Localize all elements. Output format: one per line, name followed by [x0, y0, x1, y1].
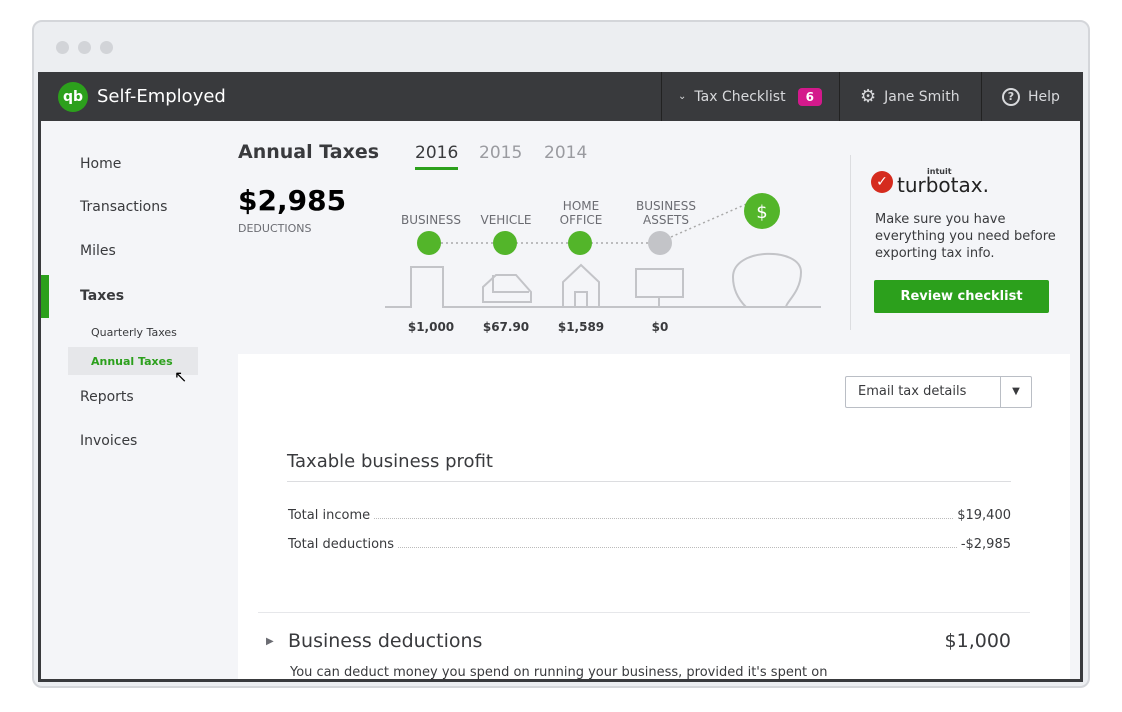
- category-label: OFFICE: [559, 213, 603, 227]
- top-header: qb Self-Employed ⌄ Tax Checklist 6 ⚙ Jan…: [41, 72, 1080, 121]
- quickbooks-logo-icon[interactable]: qb: [58, 82, 88, 112]
- row-value: $19,400: [957, 508, 1011, 523]
- dollar-symbol: $: [756, 202, 767, 223]
- page-title: Annual Taxes: [238, 141, 380, 163]
- deductions-label: DEDUCTIONS: [238, 222, 312, 235]
- row-value: -$2,985: [960, 537, 1011, 552]
- row-label: Total income: [288, 508, 371, 523]
- category-label: HOME: [562, 199, 600, 213]
- help-icon: ?: [1002, 87, 1020, 106]
- divider: [287, 481, 1011, 482]
- user-name: Jane Smith: [884, 88, 960, 105]
- window-dot-icon: [56, 41, 69, 54]
- sidebar-subitem-quarterly-taxes[interactable]: Quarterly Taxes: [91, 326, 177, 339]
- business-deductions-description: You can deduct money you spend on runnin…: [290, 665, 828, 680]
- total-deductions-row: Total deductions -$2,985: [288, 537, 1011, 552]
- tab-2014[interactable]: 2014: [544, 143, 587, 163]
- user-menu-button[interactable]: ⚙ Jane Smith: [839, 72, 981, 121]
- window-dot-icon: [100, 41, 113, 54]
- profit-title: Taxable business profit: [287, 451, 493, 472]
- caret-down-icon[interactable]: ▼: [1000, 377, 1031, 407]
- tab-2016[interactable]: 2016: [415, 143, 459, 170]
- vehicle-status-dot: [493, 231, 517, 255]
- expand-triangle-icon[interactable]: ▶: [266, 636, 274, 647]
- divider: [258, 612, 1030, 613]
- car-icon: [482, 274, 532, 303]
- help-button[interactable]: ? Help: [981, 72, 1080, 121]
- category-label: ASSETS: [643, 213, 689, 227]
- tax-summary-card: Email tax details ▼ Taxable business pro…: [238, 354, 1070, 680]
- tab-2015[interactable]: 2015: [479, 143, 522, 163]
- sidebar-item-miles[interactable]: Miles: [80, 243, 116, 259]
- sidebar-item-invoices[interactable]: Invoices: [80, 433, 137, 449]
- window-dot-icon: [78, 41, 91, 54]
- cursor-icon: ↖: [174, 367, 188, 386]
- chevron-down-icon: ⌄: [678, 91, 687, 102]
- vehicle-amount: $67.90: [482, 320, 530, 334]
- active-nav-indicator: [41, 275, 49, 318]
- tax-checklist-label: Tax Checklist: [694, 88, 786, 105]
- business-assets-status-dot: [648, 231, 672, 255]
- email-tax-details-button[interactable]: Email tax details: [846, 377, 1000, 407]
- sidebar-item-home[interactable]: Home: [80, 156, 121, 172]
- piggy-bank-icon: [732, 252, 803, 308]
- category-label: BUSINESS: [636, 199, 696, 213]
- business-status-dot: [417, 231, 441, 255]
- business-deductions-value: $1,000: [944, 630, 1011, 652]
- total-income-row: Total income $19,400: [288, 508, 1011, 523]
- business-assets-amount: $0: [651, 320, 669, 334]
- business-amount: $1,000: [407, 320, 455, 334]
- turbotax-message: Make sure you have everything you need b…: [875, 212, 1056, 261]
- house-icon: [562, 263, 600, 307]
- business-deductions-title[interactable]: Business deductions: [288, 630, 482, 652]
- category-label: VEHICLE: [480, 213, 532, 227]
- monitor-icon: [635, 268, 684, 307]
- row-label: Total deductions: [288, 537, 395, 552]
- deductions-total: $2,985: [238, 184, 347, 217]
- email-tax-details-dropdown[interactable]: Email tax details ▼: [845, 376, 1032, 408]
- turbotax-logo: ✓ intuit turbotax.: [871, 167, 989, 196]
- category-label: BUSINESS: [401, 213, 461, 227]
- sidebar-item-taxes[interactable]: Taxes: [80, 288, 124, 304]
- home-office-amount: $1,589: [557, 320, 605, 334]
- divider: [850, 155, 851, 330]
- app-title: Self-Employed: [97, 86, 226, 107]
- sidebar-item-reports[interactable]: Reports: [80, 389, 134, 405]
- help-label: Help: [1028, 88, 1060, 105]
- gear-icon: ⚙: [860, 86, 877, 107]
- review-checklist-button[interactable]: Review checklist: [874, 280, 1049, 313]
- checklist-count-badge: 6: [797, 87, 822, 106]
- tax-checklist-button[interactable]: ⌄ Tax Checklist 6: [661, 72, 839, 121]
- home-office-status-dot: [568, 231, 592, 255]
- app: qb Self-Employed ⌄ Tax Checklist 6 ⚙ Jan…: [38, 72, 1083, 682]
- sidebar-item-transactions[interactable]: Transactions: [80, 199, 167, 215]
- receipt-icon: [385, 266, 821, 308]
